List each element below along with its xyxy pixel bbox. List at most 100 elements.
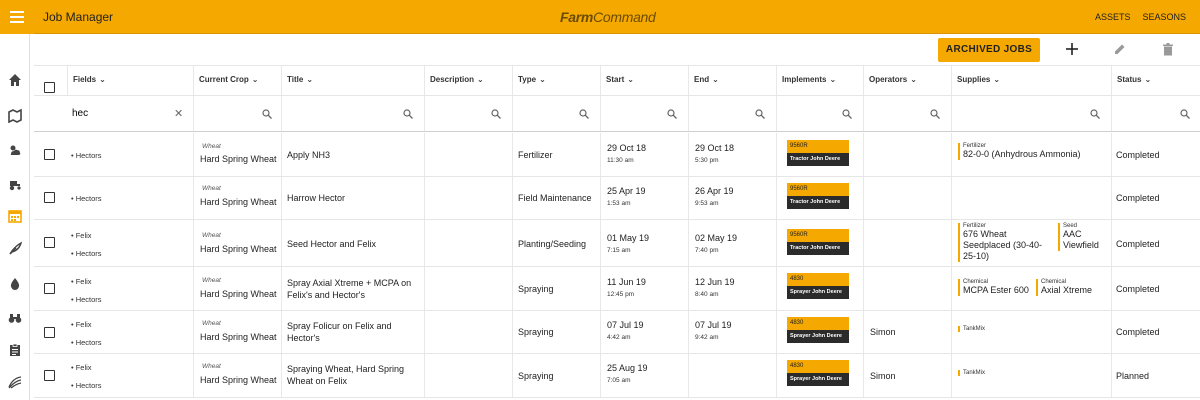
start-cell: 25 Aug 19 7:05 am: [601, 354, 689, 397]
map-icon[interactable]: [7, 108, 23, 124]
table-row[interactable]: • Felix • Hectors Wheat Hard Spring Whea…: [34, 267, 1200, 311]
supplies-cell: Fertilizer 82-0-0 (Anhydrous Ammonia): [952, 133, 1112, 176]
tractor-icon[interactable]: [7, 176, 23, 192]
column-header-start[interactable]: Start ⌄: [601, 66, 689, 95]
table-row[interactable]: • Hectors Wheat Hard Spring Wheat Apply …: [34, 133, 1200, 177]
table-header: Fields ⌄ Current Crop ⌄ Title ⌄ Description…: [34, 66, 1200, 96]
column-header-operators[interactable]: Operators ⌄: [864, 66, 952, 95]
crop-type: Wheat: [202, 277, 221, 284]
filter-operators[interactable]: [864, 96, 952, 131]
filter-title[interactable]: [282, 96, 425, 131]
table-row[interactable]: • Felix • Hectors Wheat Hard Spring Whea…: [34, 220, 1200, 267]
field-name: • Felix: [71, 231, 92, 240]
description-cell: [425, 177, 513, 219]
supply-item: Seed AAC Viewfield: [1058, 223, 1108, 251]
start-cell: 07 Jul 19 4:42 am: [601, 311, 689, 353]
title-cell: Apply NH3: [282, 133, 425, 176]
fields-cell: • Felix • Hectors: [68, 267, 194, 310]
search-icon: [403, 109, 413, 119]
weather-icon[interactable]: [7, 142, 23, 158]
column-header-fields[interactable]: Fields ⌄: [68, 66, 194, 95]
fields-cell: • Hectors: [68, 177, 194, 219]
end-time: 5:30 pm: [695, 157, 719, 164]
edit-icon[interactable]: [1112, 41, 1128, 57]
search-icon: [930, 109, 940, 119]
filter-description[interactable]: [425, 96, 513, 131]
operators-cell: [864, 177, 952, 219]
crop-variety: Hard Spring Wheat: [200, 197, 277, 207]
crop-cell: Wheat Hard Spring Wheat: [194, 267, 282, 310]
type-cell: Spraying: [513, 267, 601, 310]
clipboard-icon[interactable]: [7, 342, 23, 358]
table-row[interactable]: • Felix • Hectors Wheat Hard Spring Whea…: [34, 354, 1200, 398]
calendar-icon[interactable]: [7, 208, 23, 224]
table-row[interactable]: • Felix • Hectors Wheat Hard Spring Whea…: [34, 311, 1200, 354]
select-all-checkbox[interactable]: [44, 82, 55, 93]
row-checkbox[interactable]: [44, 370, 55, 381]
column-header-end[interactable]: End ⌄: [689, 66, 777, 95]
column-header-description[interactable]: Description ⌄: [425, 66, 513, 95]
implement-name: 9560R: [787, 183, 849, 196]
job-type: Spraying: [518, 371, 554, 381]
row-checkbox[interactable]: [44, 283, 55, 294]
table-row[interactable]: • Hectors Wheat Hard Spring Wheat Harrow…: [34, 177, 1200, 220]
status-cell: Planned: [1112, 354, 1200, 397]
archived-jobs-button[interactable]: ARCHIVED JOBS: [938, 38, 1040, 62]
filter-supplies[interactable]: [952, 96, 1112, 131]
filter-current-crop[interactable]: [194, 96, 282, 131]
start-date: 01 May 19: [607, 233, 650, 243]
status-text: Completed: [1116, 193, 1160, 203]
column-header-title[interactable]: Title ⌄: [282, 66, 425, 95]
crop-type: Wheat: [202, 143, 221, 150]
filter-start[interactable]: [601, 96, 689, 131]
water-drop-icon[interactable]: [7, 276, 23, 292]
crop-variety: Hard Spring Wheat: [200, 154, 277, 164]
add-icon[interactable]: [1064, 41, 1080, 57]
fields-cell: • Felix • Hectors: [68, 311, 194, 353]
column-header-implements[interactable]: Implements ⌄: [777, 66, 864, 95]
column-header-current-crop[interactable]: Current Crop ⌄: [194, 66, 282, 95]
toolbar: ARCHIVED JOBS: [34, 34, 1200, 66]
description-cell: [425, 354, 513, 397]
column-header-type[interactable]: Type ⌄: [513, 66, 601, 95]
filter-fields: ✕: [68, 96, 194, 131]
delete-icon[interactable]: [1160, 41, 1176, 57]
crop-cell: Wheat Hard Spring Wheat: [194, 133, 282, 176]
implement-kind: Sprayer John Deere: [787, 286, 849, 299]
nav-link-assets[interactable]: ASSETS: [1095, 12, 1131, 22]
row-checkbox[interactable]: [44, 327, 55, 338]
column-header-supplies[interactable]: Supplies ⌄: [952, 66, 1112, 95]
field-name: • Hectors: [71, 338, 102, 347]
nav-link-seasons[interactable]: SEASONS: [1142, 12, 1186, 22]
binoculars-icon[interactable]: [7, 310, 23, 326]
brand-logo: FarmCommand: [560, 9, 656, 25]
end-cell: 02 May 19 7:40 pm: [689, 220, 777, 266]
filter-implements[interactable]: [777, 96, 864, 131]
filter-end[interactable]: [689, 96, 777, 131]
fields-filter-input[interactable]: [72, 108, 162, 119]
start-time: 4:42 am: [607, 334, 631, 341]
field-name: • Felix: [71, 277, 92, 286]
row-checkbox[interactable]: [44, 237, 55, 248]
title-cell: Spray Folicur on Felix and Hector's: [282, 311, 425, 353]
crop-icon[interactable]: [7, 240, 23, 256]
field-name: • Felix: [71, 320, 92, 329]
row-checkbox[interactable]: [44, 192, 55, 203]
start-date: 29 Oct 18: [607, 143, 647, 153]
column-header-status[interactable]: Status ⌄: [1112, 66, 1200, 95]
filter-status[interactable]: [1112, 96, 1200, 131]
home-icon[interactable]: [7, 72, 23, 88]
implement-name: 9560R: [787, 229, 849, 242]
row-checkbox[interactable]: [44, 149, 55, 160]
search-icon: [1090, 109, 1100, 119]
fields-icon[interactable]: [7, 374, 23, 390]
hamburger-menu-icon[interactable]: [0, 0, 34, 34]
title-cell: Harrow Hector: [282, 177, 425, 219]
filter-type[interactable]: [513, 96, 601, 131]
implement-kind: Tractor John Deere: [787, 153, 849, 166]
job-title: Spray Axial Xtreme + MCPA on Felix's and…: [287, 278, 412, 300]
crop-variety: Hard Spring Wheat: [200, 289, 277, 299]
clear-icon[interactable]: ✕: [174, 107, 183, 120]
title-cell: Spraying Wheat, Hard Spring Wheat on Fel…: [282, 354, 425, 397]
operator-name: Simon: [870, 327, 896, 337]
